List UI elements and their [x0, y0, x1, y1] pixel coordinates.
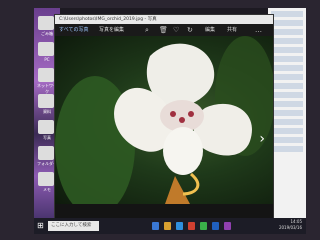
- browser-row: [271, 146, 303, 152]
- viewer-toolbar: すべての写真 写真を編集 ⌕ 🗑 ♡ ↻ 編集 共有 …: [55, 24, 273, 36]
- projected-screen: ごみ箱 PC ネットワーク 資料 写真 フォルダー メモ C:\Users\ph…: [34, 8, 306, 234]
- browser-row: [271, 110, 303, 116]
- orchid-photo: ›: [55, 36, 273, 204]
- delete-icon[interactable]: 🗑: [159, 24, 168, 36]
- taskbar-clock[interactable]: 14:05 2019/03/16: [279, 219, 302, 231]
- browser-row: [271, 128, 303, 134]
- office-app-icon[interactable]: [188, 222, 195, 230]
- orchid-illustration: [55, 36, 273, 204]
- taskbar-search-input[interactable]: ここに入力して検索: [48, 221, 99, 231]
- taskbar: ⊞ ここに入力して検索 14:05 2019/03/16: [34, 218, 306, 234]
- browser-row: [271, 65, 303, 71]
- clock-date: 2019/03/16: [278, 225, 302, 230]
- file-explorer-icon[interactable]: [164, 222, 171, 230]
- browser-row: [271, 47, 303, 53]
- photo-viewer-window[interactable]: C:\Users\photos\IMG_orchid_2019.jpg - 写真…: [54, 14, 274, 220]
- browser-row: [271, 11, 303, 17]
- windows-start-icon[interactable]: ⊞: [37, 221, 44, 230]
- desktop-icon[interactable]: [38, 120, 54, 134]
- window-title: C:\Users\photos\IMG_orchid_2019.jpg - 写真: [55, 15, 273, 24]
- browser-row: [271, 101, 303, 107]
- edit-button[interactable]: 編集: [205, 24, 215, 36]
- all-photos-link[interactable]: すべての写真: [59, 24, 88, 36]
- desktop-icon[interactable]: [38, 16, 54, 30]
- edge-browser-icon[interactable]: [176, 222, 183, 230]
- more-options-icon[interactable]: …: [255, 24, 262, 36]
- browser-row: [271, 137, 303, 143]
- desktop-icon[interactable]: [38, 172, 54, 186]
- word-app-icon[interactable]: [212, 222, 219, 230]
- browser-row: [271, 83, 303, 89]
- browser-row: [271, 56, 303, 62]
- desktop-icon[interactable]: [38, 68, 54, 82]
- excel-app-icon[interactable]: [200, 222, 207, 230]
- browser-row: [271, 74, 303, 80]
- photos-app-icon[interactable]: [224, 222, 231, 230]
- favorite-icon[interactable]: ♡: [173, 24, 179, 36]
- desktop-icon[interactable]: [38, 146, 54, 160]
- browser-row: [271, 92, 303, 98]
- task-view-icon[interactable]: [152, 222, 159, 230]
- browser-row: [271, 38, 303, 44]
- browser-row: [271, 119, 303, 125]
- browser-row: [271, 29, 303, 35]
- next-arrow-icon[interactable]: ›: [259, 131, 265, 147]
- edit-photo-button[interactable]: 写真を編集: [99, 24, 124, 36]
- desktop-icon[interactable]: [38, 94, 54, 108]
- browser-row: [271, 20, 303, 26]
- rotate-icon[interactable]: ↻: [187, 24, 193, 36]
- share-button[interactable]: 共有: [227, 24, 237, 36]
- zoom-icon[interactable]: ⌕: [145, 24, 149, 36]
- viewer-bottom-bar: [55, 204, 273, 219]
- desktop-icon[interactable]: [38, 42, 54, 56]
